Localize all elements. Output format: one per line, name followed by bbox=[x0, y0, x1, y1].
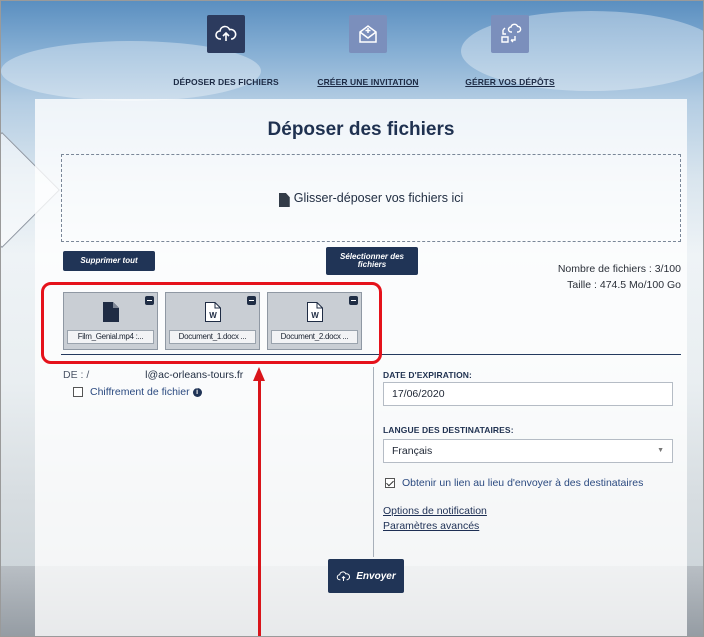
from-email: l@ac-orleans-tours.fr bbox=[145, 369, 244, 381]
file-icon bbox=[278, 193, 290, 207]
encrypt-label: Chiffrement de fichier bbox=[90, 386, 190, 398]
select-files-button[interactable]: Sélectionner des fichiers bbox=[326, 247, 418, 275]
upload-cloud-icon bbox=[337, 571, 351, 581]
language-value: Français bbox=[392, 445, 433, 457]
upload-stats: Nombre de fichiers : 3/100 Taille : 474.… bbox=[558, 261, 681, 293]
language-select[interactable]: Français ▼ bbox=[383, 439, 673, 463]
manage-transfers-icon bbox=[491, 15, 529, 53]
from-label: DE : / bbox=[63, 369, 90, 381]
nav-gerer[interactable]: GÉRER VOS DÉPÔTS bbox=[455, 15, 565, 87]
app-window: DÉPOSER DES FICHIERS CRÉER UNE INVITATIO… bbox=[0, 0, 704, 637]
sender-field: DE : / l@ac-orleans-tours.fr bbox=[63, 369, 243, 381]
get-link-checkbox[interactable] bbox=[385, 478, 395, 488]
chevron-down-icon: ▼ bbox=[657, 447, 664, 454]
upload-panel: Déposer des fichiers Glisser-déposer vos… bbox=[35, 99, 687, 636]
nav-deposer[interactable]: DÉPOSER DES FICHIERS bbox=[171, 15, 281, 87]
highlight-box bbox=[41, 282, 382, 364]
send-button[interactable]: Envoyer bbox=[328, 559, 404, 593]
drop-zone-text: Glisser-déposer vos fichiers ici bbox=[293, 191, 464, 205]
encrypt-checkbox[interactable] bbox=[73, 387, 83, 397]
info-icon[interactable]: i bbox=[192, 387, 202, 397]
column-divider bbox=[373, 367, 374, 557]
advanced-settings-link[interactable]: Paramètres avancés bbox=[383, 520, 479, 532]
encrypt-option[interactable]: Chiffrement de fichier i bbox=[73, 386, 202, 398]
notification-options-link[interactable]: Options de notification bbox=[383, 505, 487, 517]
expiry-label: DATE D'EXPIRATION: bbox=[383, 370, 472, 380]
language-label: LANGUE DES DESTINATAIRES: bbox=[383, 425, 514, 435]
expiry-date-input[interactable]: 17/06/2020 bbox=[383, 382, 673, 406]
upload-cloud-icon bbox=[207, 15, 245, 53]
nav-invitation-label: CRÉER UNE INVITATION bbox=[317, 77, 419, 87]
total-size: Taille : 474.5 Mo/100 Go bbox=[567, 279, 681, 291]
send-label: Envoyer bbox=[356, 570, 396, 582]
get-link-option[interactable]: Obtenir un lien au lieu d'envoyer à des … bbox=[385, 477, 643, 489]
arrow-line bbox=[258, 379, 261, 636]
select-files-label-2: fichiers bbox=[357, 260, 387, 269]
envelope-plus-icon bbox=[349, 15, 387, 53]
drop-zone[interactable]: Glisser-déposer vos fichiers ici bbox=[61, 154, 681, 242]
clear-all-button[interactable]: Supprimer tout bbox=[63, 251, 155, 271]
nav-gerer-label: GÉRER VOS DÉPÔTS bbox=[465, 77, 555, 87]
file-count: Nombre de fichiers : 3/100 bbox=[557, 263, 681, 275]
page-title: Déposer des fichiers bbox=[267, 119, 455, 140]
nav-invitation[interactable]: CRÉER UNE INVITATION bbox=[313, 15, 423, 87]
get-link-label: Obtenir un lien au lieu d'envoyer à des … bbox=[402, 477, 644, 489]
nav-deposer-label: DÉPOSER DES FICHIERS bbox=[173, 77, 279, 87]
